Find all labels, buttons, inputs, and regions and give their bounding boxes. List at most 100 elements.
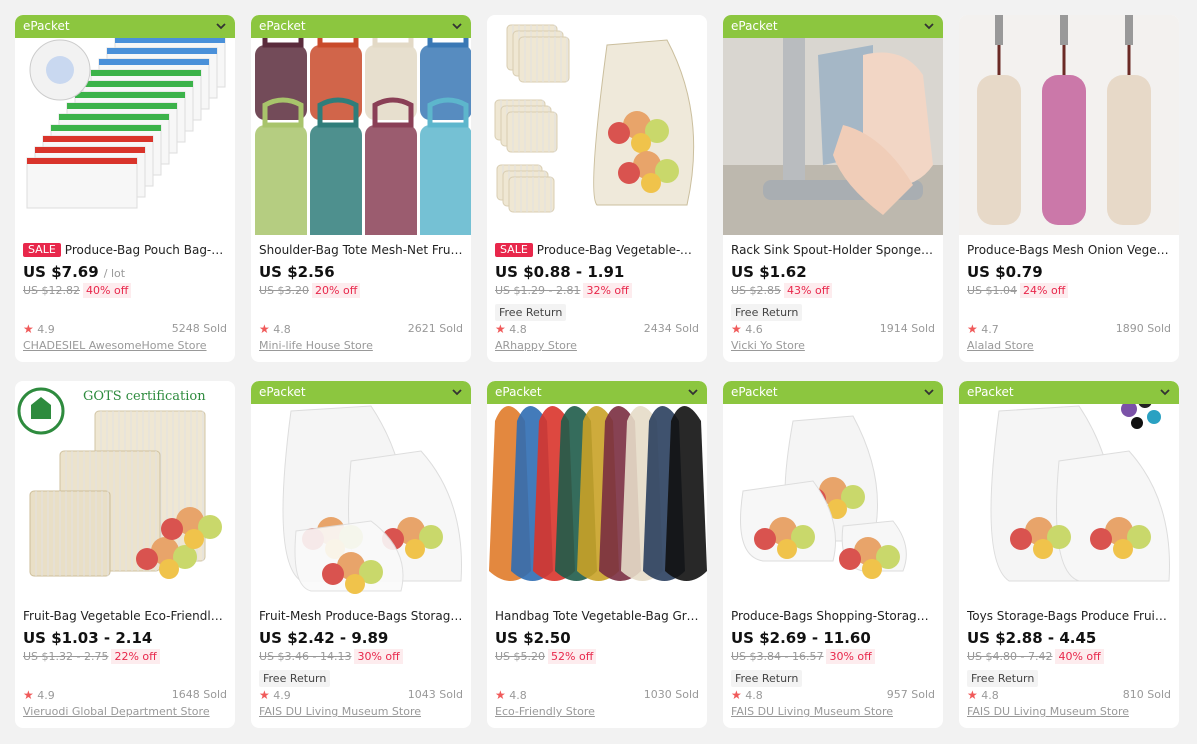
product-image[interactable] xyxy=(487,381,707,601)
discount-badge: 40% off xyxy=(1055,649,1104,664)
product-title[interactable]: Fruit-Bag Vegetable Eco-Friendly O... xyxy=(23,607,227,625)
epacket-label: ePacket xyxy=(731,19,778,33)
chevron-down-icon[interactable] xyxy=(921,381,937,404)
product-info: Fruit-Bag Vegetable Eco-Friendly O... US… xyxy=(23,607,227,728)
store-link[interactable]: Mini-life House Store xyxy=(259,338,463,354)
chevron-down-icon[interactable] xyxy=(449,381,465,404)
product-title-text[interactable]: Toys Storage-Bags Produce Fruit Ki... xyxy=(967,609,1171,623)
product-title[interactable]: Fruit-Mesh Produce-Bags Storage-... xyxy=(259,607,463,625)
epacket-banner: ePacket xyxy=(723,15,943,38)
chevron-down-icon[interactable] xyxy=(449,15,465,38)
product-image[interactable] xyxy=(15,15,235,235)
product-image[interactable] xyxy=(959,15,1179,235)
product-title-text[interactable]: Shoulder-Bag Tote Mesh-Net Fruit ... xyxy=(259,243,463,257)
product-title-text[interactable]: Produce-Bags Mesh Onion Vegeta... xyxy=(967,243,1171,257)
price: US $1.03 - 2.14 xyxy=(23,629,153,647)
sold-count: 1030 Sold xyxy=(643,688,699,701)
store-link[interactable]: FAIS DU Living Museum Store xyxy=(259,704,463,720)
original-price: US $12.82 xyxy=(23,284,81,297)
price-row: US $0.88 - 1.91 xyxy=(495,262,699,282)
product-title[interactable]: Produce-Bags Mesh Onion Vegeta... xyxy=(967,241,1171,259)
product-image[interactable] xyxy=(723,15,943,235)
product-card[interactable]: ePacket SALE Produce-Bag Pouch Bag-H... U… xyxy=(15,15,235,362)
product-image[interactable] xyxy=(251,381,471,601)
badge-row: Free Return xyxy=(731,301,935,321)
product-title[interactable]: Rack Sink Spout-Holder Sponge-St... xyxy=(731,241,935,259)
product-card[interactable]: ePacket Shoulder-Bag Tote Mesh-Net Fruit… xyxy=(251,15,471,362)
chevron-down-icon[interactable] xyxy=(921,15,937,38)
product-title[interactable]: SALE Produce-Bag Pouch Bag-H... xyxy=(23,241,227,259)
original-price-row: US $3.84 - 16.57 30% off xyxy=(731,648,935,665)
badge-row xyxy=(23,301,227,320)
product-card[interactable]: ePacket Produce-Bags Shopping-Storage-T.… xyxy=(723,381,943,728)
badge-row: Free Return xyxy=(967,667,1171,687)
star-icon: ★ xyxy=(259,322,270,336)
product-title-text[interactable]: Rack Sink Spout-Holder Sponge-St... xyxy=(731,243,935,257)
product-title[interactable]: SALE Produce-Bag Vegetable-B... xyxy=(495,241,699,259)
product-card[interactable]: ePacket Toys Storage-Bags Produce Fruit … xyxy=(959,381,1179,728)
rating-row: ★ 4.9 1648 Sold xyxy=(23,687,227,703)
sold-count: 1648 Sold xyxy=(171,688,227,701)
product-info: SALE Produce-Bag Pouch Bag-H... US $7.69 … xyxy=(23,241,227,362)
sold-count: 1914 Sold xyxy=(879,322,935,335)
discount-badge: 30% off xyxy=(826,649,875,664)
price-row: US $0.79 xyxy=(967,262,1171,282)
product-info: Toys Storage-Bags Produce Fruit Ki... US… xyxy=(967,607,1171,728)
store-link[interactable]: Eco-Friendly Store xyxy=(495,704,699,720)
chevron-down-icon[interactable] xyxy=(213,15,229,38)
original-price-row: US $1.32 - 2.75 22% off xyxy=(23,648,227,665)
product-title-text[interactable]: Produce-Bag Pouch Bag-H... xyxy=(65,243,227,257)
product-title[interactable]: Produce-Bags Shopping-Storage-T... xyxy=(731,607,935,625)
product-image[interactable] xyxy=(959,381,1179,601)
product-card[interactable]: Produce-Bags Mesh Onion Vegeta... US $0.… xyxy=(959,15,1179,362)
product-info: Fruit-Mesh Produce-Bags Storage-... US $… xyxy=(259,607,463,728)
rating-row: ★ 4.6 1914 Sold xyxy=(731,321,935,337)
store-link[interactable]: FAIS DU Living Museum Store xyxy=(967,704,1171,720)
product-title-text[interactable]: Produce-Bag Vegetable-B... xyxy=(537,243,699,257)
product-card[interactable]: SALE Produce-Bag Vegetable-B... US $0.88 … xyxy=(487,15,707,362)
product-title[interactable]: Shoulder-Bag Tote Mesh-Net Fruit ... xyxy=(259,241,463,259)
chevron-down-icon[interactable] xyxy=(1157,381,1173,404)
product-image[interactable]: GOTS certification xyxy=(15,381,235,601)
product-title[interactable]: Toys Storage-Bags Produce Fruit Ki... xyxy=(967,607,1171,625)
product-title-text[interactable]: Fruit-Bag Vegetable Eco-Friendly O... xyxy=(23,609,227,623)
epacket-label: ePacket xyxy=(23,19,70,33)
product-card[interactable]: ePacket Handbag Tote Vegetable-Bag Groc.… xyxy=(487,381,707,728)
original-price: US $5.20 xyxy=(495,650,546,663)
chevron-down-icon[interactable] xyxy=(685,381,701,404)
product-title[interactable]: Handbag Tote Vegetable-Bag Groc... xyxy=(495,607,699,625)
price-unit: / lot xyxy=(103,267,126,280)
product-title-text[interactable]: Fruit-Mesh Produce-Bags Storage-... xyxy=(259,609,463,623)
product-image[interactable] xyxy=(251,15,471,235)
store-link[interactable]: Vieruodi Global Department Store xyxy=(23,704,227,720)
free-return-badge: Free Return xyxy=(731,670,803,687)
product-card[interactable]: ePacket Fruit-Mesh Produce-Bags Storage-… xyxy=(251,381,471,728)
colorful-string-totes-illustration xyxy=(251,15,471,235)
rating-row: ★ 4.8 810 Sold xyxy=(967,687,1171,703)
store-link[interactable]: Vicki Yo Store xyxy=(731,338,935,354)
store-link[interactable]: ARhappy Store xyxy=(495,338,699,354)
sale-badge: SALE xyxy=(495,243,533,257)
store-link[interactable]: Alalad Store xyxy=(967,338,1171,354)
price: US $0.88 - 1.91 xyxy=(495,263,625,281)
product-image[interactable] xyxy=(487,15,707,235)
product-card[interactable]: ePacket Rack Sink Spout-Holder Sponge-St… xyxy=(723,15,943,362)
rating-value: 4.8 xyxy=(745,689,763,702)
product-grid: ePacket SALE Produce-Bag Pouch Bag-H... U… xyxy=(0,0,1197,744)
product-title-text[interactable]: Handbag Tote Vegetable-Bag Groc... xyxy=(495,609,699,623)
rating-value: 4.9 xyxy=(273,689,291,702)
price-row: US $2.50 xyxy=(495,628,699,648)
original-price: US $3.20 xyxy=(259,284,310,297)
product-card[interactable]: GOTS certification Fruit-Bag Vegetable E… xyxy=(15,381,235,728)
rating-value: 4.7 xyxy=(981,323,999,336)
cotton-mesh-bag-with-fruit-illustration xyxy=(487,15,707,235)
sold-count: 5248 Sold xyxy=(171,322,227,335)
rating-row: ★ 4.8 2621 Sold xyxy=(259,321,463,337)
store-link[interactable]: FAIS DU Living Museum Store xyxy=(731,704,935,720)
product-image[interactable] xyxy=(723,381,943,601)
discount-badge: 40% off xyxy=(83,283,132,298)
store-link[interactable]: CHADESIEL AwesomeHome Store xyxy=(23,338,227,354)
price-row: US $2.42 - 9.89 xyxy=(259,628,463,648)
product-info: Produce-Bags Shopping-Storage-T... US $2… xyxy=(731,607,935,728)
product-title-text[interactable]: Produce-Bags Shopping-Storage-T... xyxy=(731,609,935,623)
